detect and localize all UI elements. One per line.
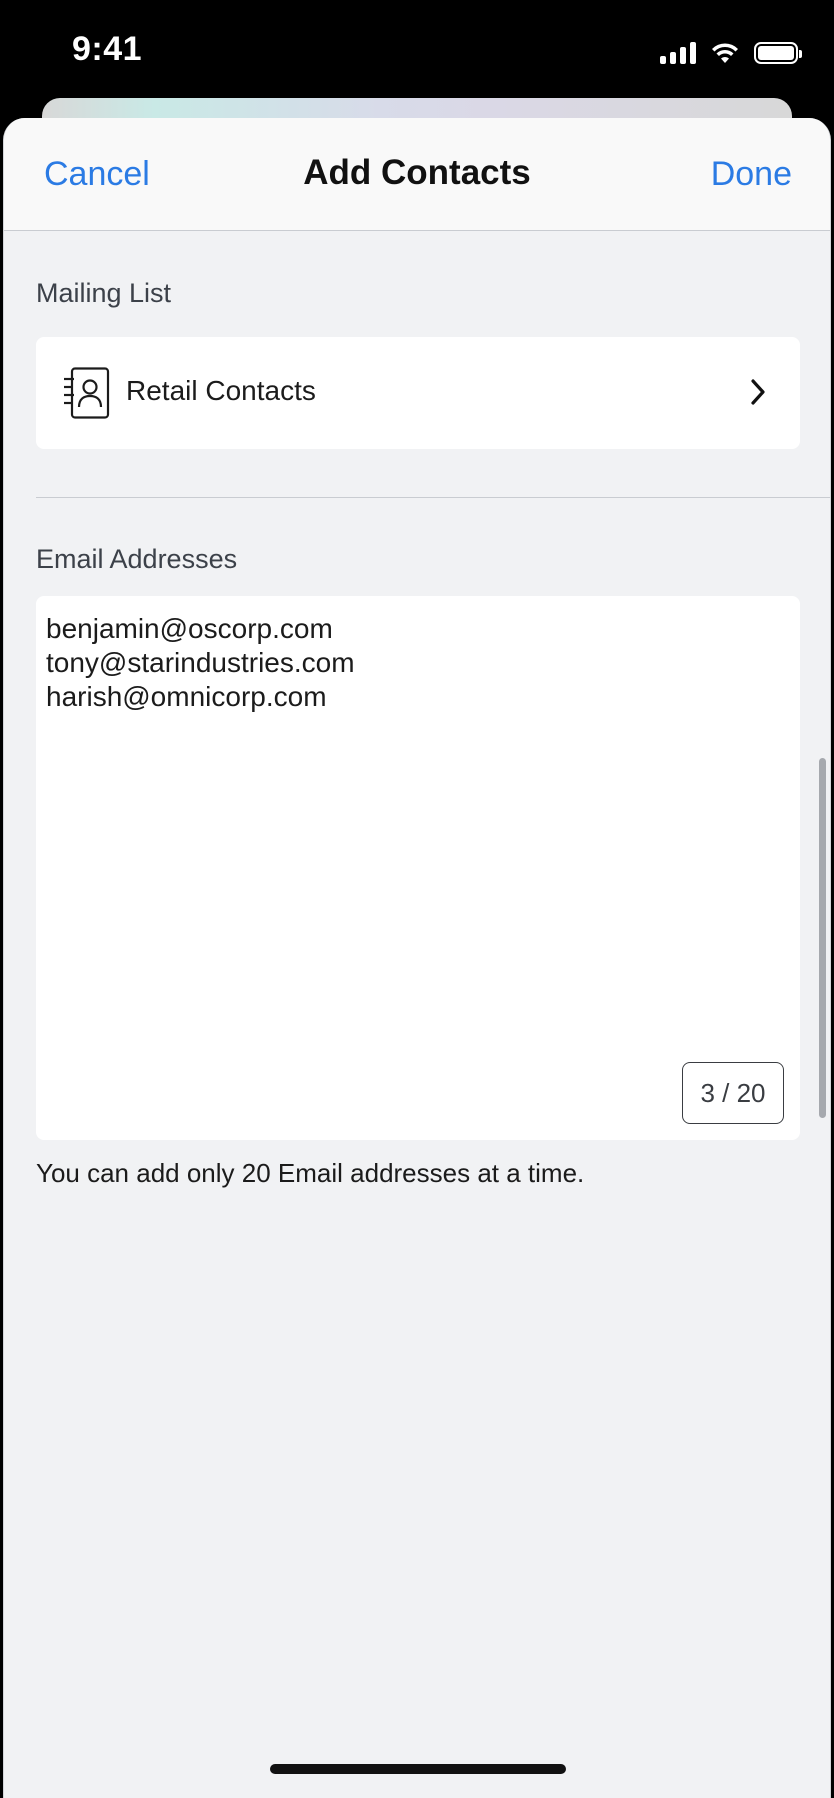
email-addresses-field[interactable]: benjamin@oscorp.com tony@starindustries.…: [36, 596, 800, 1140]
add-contacts-sheet: Cancel Add Contacts Done Mailing List Re…: [3, 118, 831, 1798]
battery-icon: [754, 42, 802, 64]
email-addresses-label: Email Addresses: [36, 544, 238, 574]
wifi-icon: [712, 43, 738, 63]
email-addresses-text[interactable]: benjamin@oscorp.com tony@starindustries.…: [46, 612, 355, 714]
home-indicator[interactable]: [270, 1764, 566, 1774]
mailing-list-selector[interactable]: Retail Contacts: [36, 337, 800, 449]
scrollbar[interactable]: [819, 758, 826, 1118]
mailing-list-name: Retail Contacts: [126, 375, 316, 406]
status-time: 9:41: [72, 30, 143, 68]
email-count-badge: 3 / 20: [682, 1062, 784, 1124]
status-icons: [660, 40, 802, 66]
done-button[interactable]: Done: [711, 155, 792, 194]
navigation-bar: Cancel Add Contacts Done: [4, 118, 830, 231]
phone-screen: 9:41 Cancel Add Contacts Done Mailing Li…: [0, 0, 834, 1798]
page-title: Add Contacts: [303, 153, 531, 192]
cellular-signal-icon: [660, 42, 696, 64]
email-limit-hint: You can add only 20 Email addresses at a…: [36, 1158, 585, 1188]
mailing-list-label: Mailing List: [36, 278, 172, 308]
contact-book-icon: [64, 367, 110, 419]
chevron-right-icon: [751, 379, 765, 405]
section-divider: [36, 497, 830, 498]
